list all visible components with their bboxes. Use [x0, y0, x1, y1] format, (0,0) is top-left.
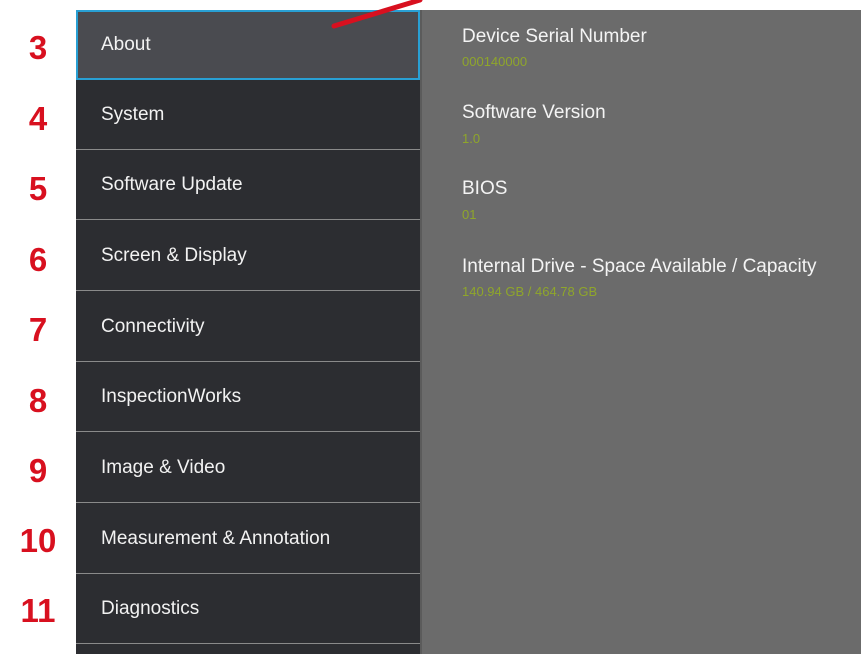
- manual-screenshot: 3 4 5 6 7 8 9 10 11 About System Softwar…: [0, 0, 861, 654]
- sidebar-item-system[interactable]: System: [76, 80, 420, 150]
- callout-number: 10: [19, 522, 57, 559]
- settings-sidebar: About System Software Update Screen & Di…: [76, 10, 420, 654]
- bios-value: 01: [462, 207, 477, 222]
- serial-number-value: 000140000: [462, 54, 528, 69]
- callout-number: 6: [28, 241, 48, 278]
- sidebar-item-screen-display[interactable]: Screen & Display: [76, 221, 420, 291]
- callout-number: 5: [28, 170, 48, 207]
- callout-number: 3: [28, 29, 48, 66]
- sidebar-item-image-video[interactable]: Image & Video: [76, 433, 420, 503]
- callout-number: 7: [28, 311, 48, 348]
- sidebar-item-diagnostics[interactable]: Diagnostics: [76, 574, 420, 644]
- callout-number: 8: [28, 382, 48, 419]
- sidebar-item-inspectionworks[interactable]: InspectionWorks: [76, 362, 420, 432]
- internal-drive-label: Internal Drive - Space Available / Capac…: [462, 256, 817, 277]
- callout-number: 9: [28, 452, 48, 489]
- sidebar-item-connectivity[interactable]: Connectivity: [76, 292, 420, 362]
- bios-label: BIOS: [462, 178, 508, 199]
- settings-screen: About System Software Update Screen & Di…: [76, 10, 861, 654]
- serial-number-label: Device Serial Number: [462, 26, 647, 47]
- software-version-value: 1.0: [462, 131, 481, 146]
- callout-number: 11: [20, 592, 56, 629]
- callout-number: 4: [28, 100, 48, 137]
- sidebar-item-about[interactable]: About: [76, 10, 420, 80]
- callout-column: 3 4 5 6 7 8 9 10 11: [0, 0, 76, 654]
- internal-drive-value: 140.94 GB / 464.78 GB: [462, 284, 598, 299]
- sidebar-item-measurement-annotation[interactable]: Measurement & Annotation: [76, 504, 420, 574]
- sidebar-item-software-update[interactable]: Software Update: [76, 150, 420, 220]
- about-panel: Device Serial Number 000140000 Software …: [420, 10, 861, 654]
- software-version-label: Software Version: [462, 102, 606, 123]
